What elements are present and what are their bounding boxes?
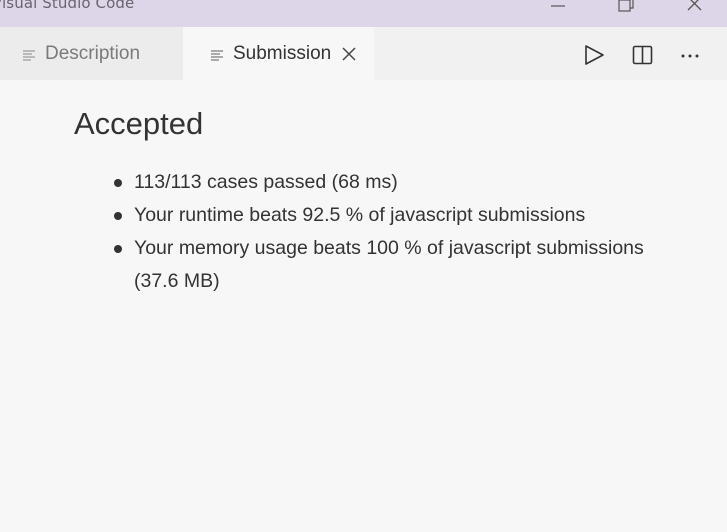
more-actions-button[interactable] — [678, 43, 702, 67]
memory-text: Your memory usage beats 100 % of javascr… — [134, 237, 644, 292]
tab-label: Description — [45, 42, 141, 64]
runtime-text: Your runtime beats 92.5 % of javascript … — [134, 204, 586, 226]
submission-result-panel: Accepted 113/113 cases passed (68 ms) Yo… — [0, 80, 727, 532]
ellipsis-icon — [681, 54, 699, 58]
cases-passed-text: 113/113 cases passed (68 ms) — [134, 171, 398, 193]
tab-label: Submission — [233, 42, 332, 64]
close-tab-icon[interactable] — [341, 46, 357, 62]
editor-tab-bar: Description Submission — [0, 27, 727, 80]
bullet-icon — [114, 212, 122, 220]
play-icon — [585, 45, 604, 65]
title-bar: Visual Studio Code — [0, 0, 727, 27]
tab-submission[interactable]: Submission — [183, 27, 374, 80]
restore-icon — [618, 0, 634, 12]
run-button[interactable] — [582, 43, 606, 67]
preview-lines-icon — [210, 47, 224, 61]
minimize-button[interactable] — [536, 0, 582, 22]
bullet-icon — [114, 179, 122, 187]
bullet-icon — [114, 245, 122, 253]
list-item: 113/113 cases passed (68 ms) — [106, 166, 666, 199]
close-window-button[interactable] — [672, 0, 718, 22]
preview-lines-icon — [22, 47, 36, 61]
list-item: Your runtime beats 92.5 % of javascript … — [106, 199, 666, 232]
window-title: Visual Studio Code — [0, 0, 135, 12]
split-editor-button[interactable] — [631, 43, 655, 67]
result-stats-list: 113/113 cases passed (68 ms) Your runtim… — [106, 166, 666, 298]
result-status-heading: Accepted — [74, 106, 204, 141]
minimize-icon — [551, 5, 565, 7]
list-item: Your memory usage beats 100 % of javascr… — [106, 232, 666, 298]
restore-button[interactable] — [604, 0, 650, 22]
tab-description[interactable]: Description — [0, 27, 183, 80]
split-editor-icon — [632, 45, 653, 65]
close-icon — [687, 0, 702, 11]
